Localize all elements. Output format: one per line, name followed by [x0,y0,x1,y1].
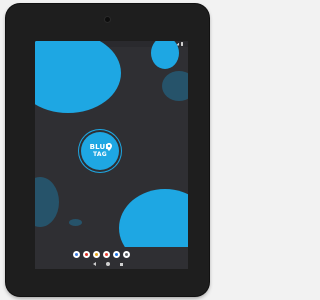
phone-app-icon[interactable] [73,251,80,258]
map-pin-icon [106,143,112,151]
navigation-bar [35,247,188,269]
battery-icon [181,42,183,46]
decorative-blob-top-right [151,41,179,69]
bluetag-logo: BLUE TAG [81,132,119,170]
decorative-blob-right [162,71,188,101]
logo-text-tag: TAG [92,151,108,158]
system-nav-buttons [93,262,123,266]
recents-icon[interactable] [120,262,123,266]
settings-app-icon[interactable] [123,251,130,258]
app-dock [73,251,130,258]
camera-app-icon[interactable] [113,251,120,258]
front-camera [105,17,110,22]
decorative-blob-top-left [35,41,121,113]
chrome-app-icon[interactable] [93,251,100,258]
tablet-frame: BLUE TAG [6,4,209,296]
app-screen: BLUE TAG [35,41,188,269]
decorative-blob-small [69,219,82,226]
photos-app-icon[interactable] [103,251,110,258]
back-icon[interactable] [93,262,96,266]
home-icon[interactable] [106,262,110,266]
gmail-app-icon[interactable] [83,251,90,258]
decorative-blob-left [35,177,59,227]
